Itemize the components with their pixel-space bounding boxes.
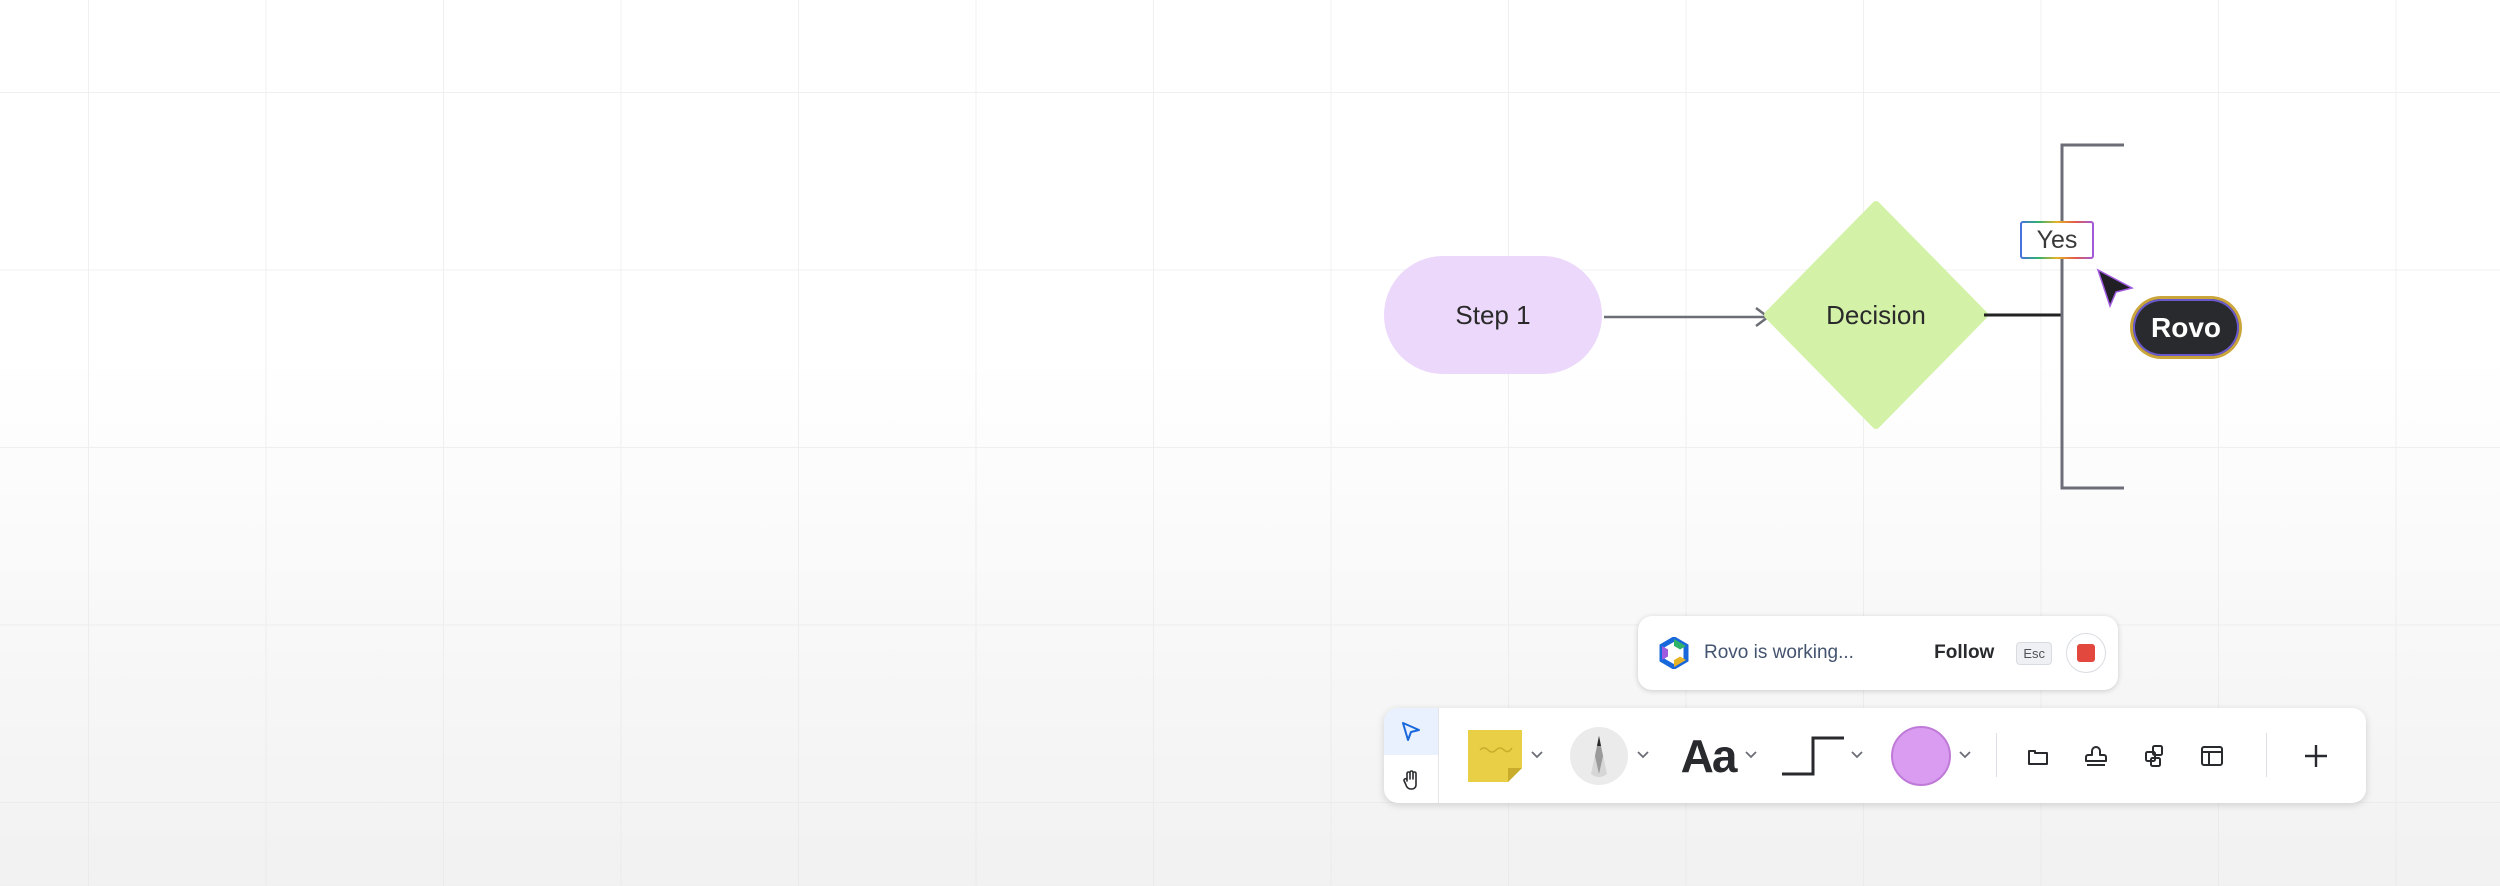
pen-icon bbox=[1570, 726, 1628, 785]
connector-tool[interactable] bbox=[1778, 708, 1848, 803]
branch-bracket[interactable] bbox=[2060, 143, 2124, 490]
connector-step1-decision[interactable] bbox=[1604, 307, 1771, 327]
apps-tool[interactable] bbox=[2126, 708, 2182, 803]
shape-tool[interactable] bbox=[1888, 708, 1954, 803]
sticky-note-icon bbox=[1468, 729, 1522, 782]
frame-icon bbox=[2028, 749, 2048, 765]
sticky-note-tool[interactable] bbox=[1462, 708, 1528, 803]
pointer-arrow-icon bbox=[1402, 721, 1420, 741]
template-icon bbox=[2201, 745, 2223, 766]
status-text: Rovo is working... bbox=[1704, 642, 1854, 663]
stop-button[interactable] bbox=[2066, 633, 2106, 673]
mode-switcher bbox=[1384, 708, 1439, 803]
template-tool[interactable] bbox=[2184, 708, 2240, 803]
pen-tool[interactable] bbox=[1568, 708, 1630, 803]
step1-label: Step 1 bbox=[1455, 299, 1531, 330]
chevron-down-icon[interactable] bbox=[1850, 750, 1864, 760]
stop-icon bbox=[2077, 644, 2095, 662]
chevron-down-icon[interactable] bbox=[1958, 750, 1972, 760]
creation-toolbar: Aa bbox=[1384, 708, 2366, 803]
hand-tool-button[interactable] bbox=[1384, 756, 1438, 803]
esc-shortcut-badge: Esc bbox=[2016, 641, 2052, 665]
plus-icon bbox=[2305, 744, 2327, 767]
chevron-down-icon[interactable] bbox=[1636, 750, 1650, 760]
apps-icon bbox=[2145, 744, 2163, 767]
frame-tool[interactable] bbox=[2010, 708, 2066, 803]
chevron-down-icon[interactable] bbox=[1744, 750, 1758, 760]
text-tool[interactable]: Aa bbox=[1672, 708, 1744, 803]
follow-button[interactable]: Follow bbox=[1934, 642, 1994, 664]
add-button[interactable] bbox=[2284, 708, 2348, 803]
yes-edge-label[interactable]: Yes bbox=[2020, 221, 2094, 259]
rovo-cursor-tag: Rovo bbox=[2133, 299, 2239, 356]
circle-shape-icon bbox=[1891, 725, 1951, 786]
toolbar-divider bbox=[1996, 733, 1997, 777]
rovo-cursor-icon bbox=[2096, 268, 2135, 308]
select-tool-button[interactable] bbox=[1384, 708, 1438, 755]
stamp-icon bbox=[2085, 745, 2107, 766]
text-tool-label: Aa bbox=[1680, 729, 1738, 782]
decision-label: Decision bbox=[1826, 299, 1926, 330]
rovo-status-bar: Rovo is working... Follow Esc bbox=[1638, 616, 2118, 690]
toolbar-divider bbox=[2266, 733, 2267, 777]
rovo-logo-icon bbox=[1659, 637, 1689, 669]
hand-icon bbox=[1403, 769, 1417, 790]
chevron-down-icon[interactable] bbox=[1530, 750, 1544, 760]
stamp-tool[interactable] bbox=[2068, 708, 2124, 803]
elbow-connector-icon bbox=[1782, 736, 1844, 775]
